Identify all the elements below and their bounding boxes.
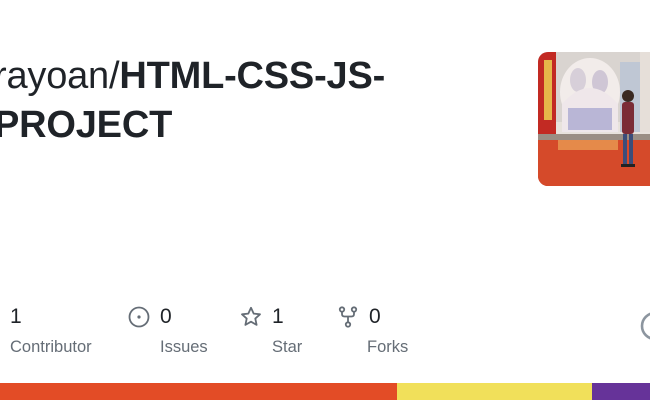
repo-stats: 1 Contributor 0 Issues 1 Star 0 Forks (0, 304, 650, 364)
repo-name-line2: PROJECT (0, 104, 173, 147)
forks-label: Forks (367, 338, 409, 356)
stat-stars[interactable]: 1 Star (239, 304, 302, 357)
stat-contributors[interactable]: 1 Contributor (10, 304, 92, 357)
owner-avatar (538, 52, 650, 186)
stars-count: 1 (272, 305, 284, 328)
language-bar-segment (591, 383, 650, 400)
star-icon (239, 305, 263, 329)
issues-count: 0 (160, 305, 172, 328)
language-bar-segment (0, 383, 397, 400)
issues-label: Issues (160, 338, 208, 356)
repo-forked-icon (336, 305, 360, 329)
repo-name-line1: HTML-CSS-JS- (119, 55, 386, 97)
issue-opened-icon (127, 305, 151, 329)
contributors-label: Contributor (10, 338, 92, 356)
contributors-count: 1 (10, 305, 22, 328)
language-bar (0, 383, 650, 400)
repo-owner: rayoan (0, 55, 109, 97)
github-logo-icon (640, 311, 650, 341)
language-bar-segment (396, 383, 592, 400)
stars-label: Star (272, 338, 303, 356)
stat-issues[interactable]: 0 Issues (127, 304, 208, 357)
stat-forks[interactable]: 0 Forks (336, 304, 408, 357)
forks-count: 0 (369, 305, 381, 328)
repo-separator: / (109, 55, 120, 97)
repo-title: rayoan/HTML-CSS-JS- PROJECT (0, 52, 494, 151)
